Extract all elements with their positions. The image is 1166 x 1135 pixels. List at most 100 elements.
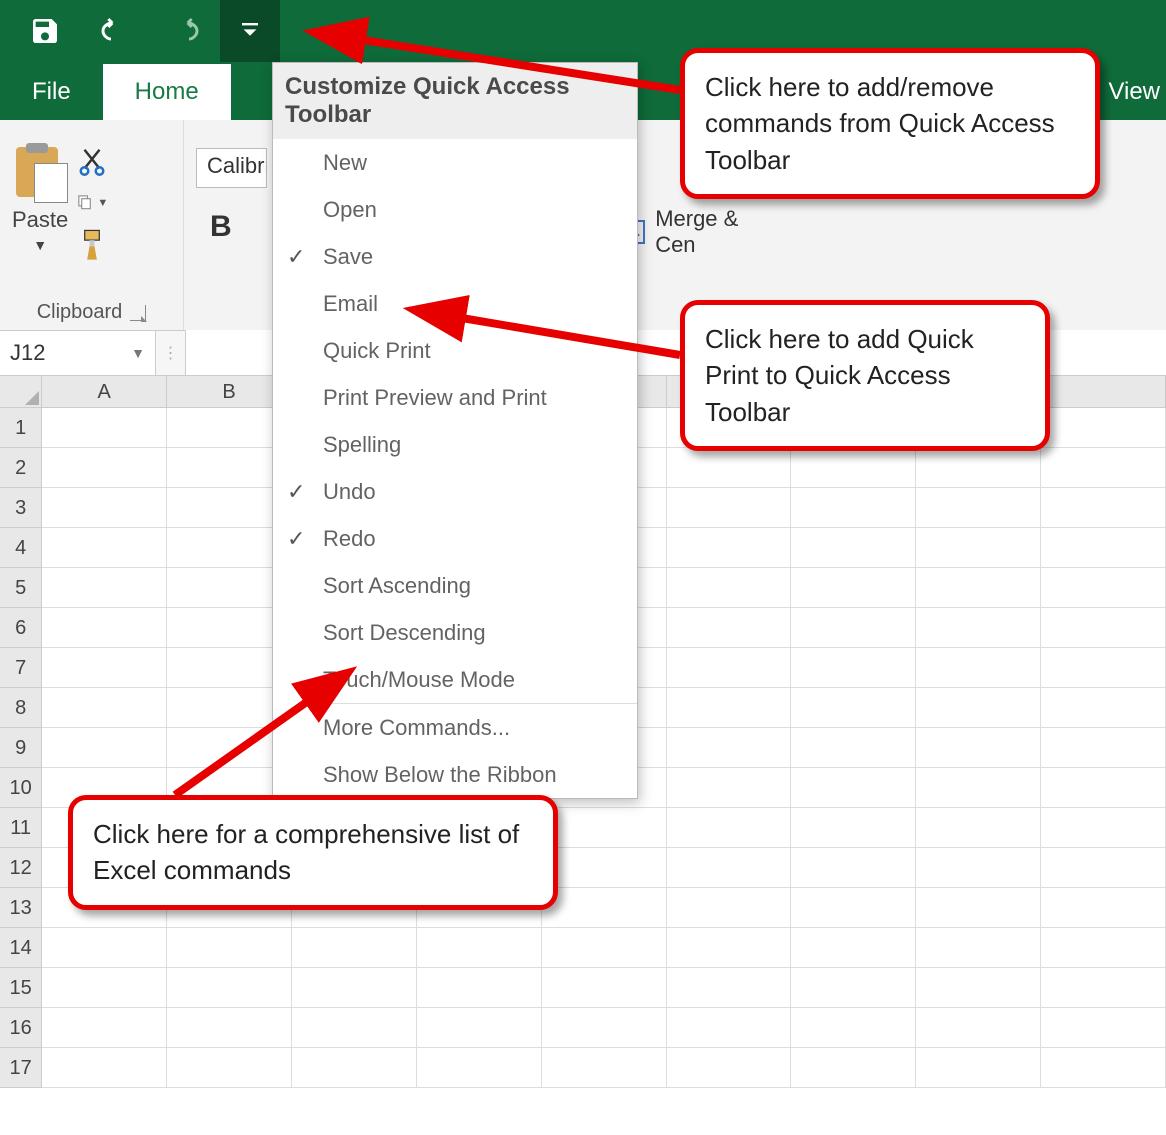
menu-item-show-below-ribbon[interactable]: Show Below the Ribbon bbox=[273, 751, 637, 798]
row-header[interactable]: 9 bbox=[0, 728, 42, 768]
cell[interactable] bbox=[916, 848, 1041, 888]
cell[interactable] bbox=[1041, 1008, 1166, 1048]
row-header[interactable]: 2 bbox=[0, 448, 42, 488]
cell[interactable] bbox=[667, 608, 792, 648]
customize-qat-button[interactable] bbox=[220, 0, 280, 62]
cell[interactable] bbox=[791, 848, 916, 888]
cell[interactable] bbox=[542, 1008, 667, 1048]
cell[interactable] bbox=[292, 1048, 417, 1088]
cell[interactable] bbox=[791, 968, 916, 1008]
cell[interactable] bbox=[1041, 408, 1166, 448]
cell[interactable] bbox=[916, 568, 1041, 608]
cell[interactable] bbox=[167, 928, 292, 968]
row-header[interactable]: 11 bbox=[0, 808, 42, 848]
cell[interactable] bbox=[667, 488, 792, 528]
row-header[interactable]: 16 bbox=[0, 1008, 42, 1048]
cell[interactable] bbox=[1041, 768, 1166, 808]
cell[interactable] bbox=[292, 968, 417, 1008]
cell[interactable] bbox=[1041, 728, 1166, 768]
cell[interactable] bbox=[1041, 808, 1166, 848]
save-button[interactable] bbox=[10, 0, 80, 62]
cell[interactable] bbox=[667, 968, 792, 1008]
menu-item[interactable]: Spelling bbox=[273, 421, 637, 468]
cell[interactable] bbox=[1041, 688, 1166, 728]
paste-button[interactable]: Paste ▼ bbox=[12, 135, 68, 253]
tab-file[interactable]: File bbox=[0, 64, 103, 120]
cell[interactable] bbox=[667, 528, 792, 568]
cell[interactable] bbox=[42, 648, 167, 688]
cell[interactable] bbox=[791, 768, 916, 808]
cell[interactable] bbox=[1041, 888, 1166, 928]
cell[interactable] bbox=[1041, 648, 1166, 688]
cell[interactable] bbox=[667, 928, 792, 968]
cell[interactable] bbox=[916, 768, 1041, 808]
cell[interactable] bbox=[667, 888, 792, 928]
tab-home[interactable]: Home bbox=[103, 64, 231, 120]
cell[interactable] bbox=[542, 968, 667, 1008]
cell[interactable] bbox=[667, 1008, 792, 1048]
cell[interactable] bbox=[542, 888, 667, 928]
cell[interactable] bbox=[791, 808, 916, 848]
cell[interactable] bbox=[916, 448, 1041, 488]
cell[interactable] bbox=[791, 928, 916, 968]
cell[interactable] bbox=[292, 928, 417, 968]
cell[interactable] bbox=[667, 648, 792, 688]
cell[interactable] bbox=[791, 728, 916, 768]
row-header[interactable]: 17 bbox=[0, 1048, 42, 1088]
menu-item[interactable]: Sort Ascending bbox=[273, 562, 637, 609]
cell[interactable] bbox=[667, 448, 792, 488]
cell[interactable] bbox=[1041, 608, 1166, 648]
menu-item[interactable]: Email bbox=[273, 280, 637, 327]
cell[interactable] bbox=[667, 1048, 792, 1088]
cell[interactable] bbox=[1041, 528, 1166, 568]
cell[interactable] bbox=[42, 968, 167, 1008]
cell[interactable] bbox=[667, 568, 792, 608]
cell[interactable] bbox=[791, 1008, 916, 1048]
column-header[interactable]: A bbox=[42, 376, 167, 408]
cell[interactable] bbox=[42, 528, 167, 568]
format-painter-button[interactable] bbox=[76, 229, 108, 261]
menu-item[interactable]: ✓Undo bbox=[273, 468, 637, 515]
row-header[interactable]: 1 bbox=[0, 408, 42, 448]
cell[interactable] bbox=[916, 528, 1041, 568]
cell[interactable] bbox=[667, 768, 792, 808]
cell[interactable] bbox=[42, 688, 167, 728]
row-header[interactable]: 15 bbox=[0, 968, 42, 1008]
cell[interactable] bbox=[167, 1048, 292, 1088]
column-header[interactable] bbox=[1041, 376, 1166, 408]
cell[interactable] bbox=[916, 488, 1041, 528]
cell[interactable] bbox=[42, 1008, 167, 1048]
menu-item-more-commands[interactable]: More Commands... bbox=[273, 704, 637, 751]
menu-item[interactable]: New bbox=[273, 139, 637, 186]
menu-item[interactable]: ✓Save bbox=[273, 233, 637, 280]
cell[interactable] bbox=[542, 928, 667, 968]
cell[interactable] bbox=[916, 1008, 1041, 1048]
name-box[interactable]: J12 ▼ bbox=[0, 330, 156, 375]
cell[interactable] bbox=[667, 728, 792, 768]
chevron-down-icon[interactable]: ▼ bbox=[131, 345, 145, 361]
select-all-corner[interactable] bbox=[0, 376, 42, 408]
cell[interactable] bbox=[1041, 448, 1166, 488]
chevron-down-icon[interactable]: ▼ bbox=[97, 197, 108, 209]
row-header[interactable]: 14 bbox=[0, 928, 42, 968]
cell[interactable] bbox=[417, 968, 542, 1008]
cell[interactable] bbox=[916, 1048, 1041, 1088]
cell[interactable] bbox=[1041, 968, 1166, 1008]
chevron-down-icon[interactable]: ▼ bbox=[33, 237, 47, 253]
cell[interactable] bbox=[667, 848, 792, 888]
cell[interactable] bbox=[167, 1008, 292, 1048]
menu-item[interactable]: Print Preview and Print bbox=[273, 374, 637, 421]
cell[interactable] bbox=[42, 488, 167, 528]
cell[interactable] bbox=[42, 608, 167, 648]
font-name-select[interactable]: Calibri bbox=[196, 148, 267, 188]
cell[interactable] bbox=[292, 1008, 417, 1048]
cell[interactable] bbox=[791, 888, 916, 928]
cell[interactable] bbox=[42, 728, 167, 768]
cell[interactable] bbox=[1041, 488, 1166, 528]
cell[interactable] bbox=[542, 808, 667, 848]
cell[interactable] bbox=[667, 808, 792, 848]
copy-button[interactable]: ▼ bbox=[76, 187, 108, 219]
cell[interactable] bbox=[916, 648, 1041, 688]
cell[interactable] bbox=[542, 848, 667, 888]
cell[interactable] bbox=[916, 968, 1041, 1008]
